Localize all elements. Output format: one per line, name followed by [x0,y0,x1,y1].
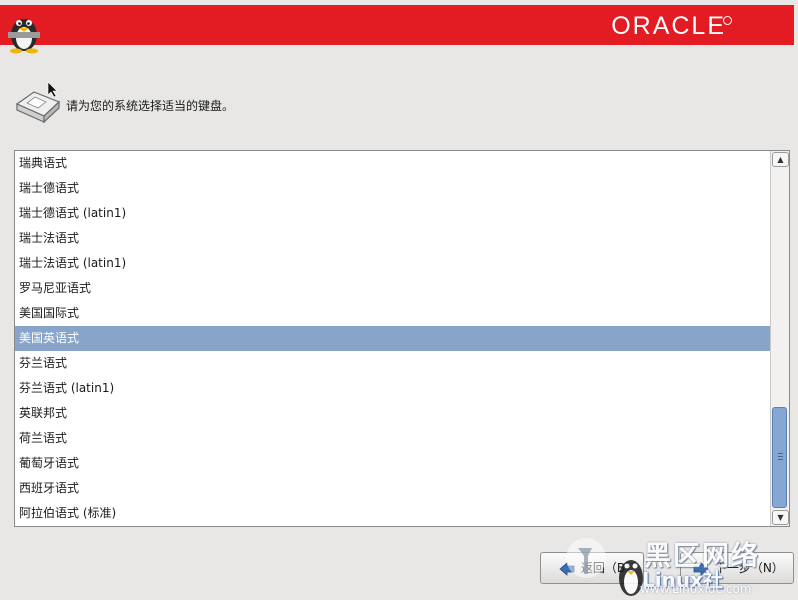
oracle-logo: ORACLE [611,12,726,40]
list-item[interactable]: 阿拉伯语式 (标准) [15,501,770,526]
list-item[interactable]: 英联邦式 [15,401,770,426]
list-item[interactable]: 芬兰语式 [15,351,770,376]
list-item[interactable]: 西班牙语式 [15,476,770,501]
list-item[interactable]: 瑞士法语式 (latin1) [15,251,770,276]
scroll-down-icon[interactable]: ▼ [772,510,789,525]
grip-line [778,453,783,454]
keyboard-prompt: 请为您的系统选择适当的键盘。 [66,99,235,113]
list-item[interactable]: 瑞典语式 [15,151,770,176]
vertical-scrollbar[interactable]: ▲ ▼ [770,151,789,526]
grip-line [778,456,783,457]
list-item[interactable]: 瑞士德语式 (latin1) [15,201,770,226]
keyboard-layout-items: 瑞典语式 瑞士德语式 瑞士德语式 (latin1) 瑞士法语式 瑞士法语式 (l… [15,151,770,526]
scroll-up-icon[interactable]: ▲ [772,152,789,167]
watermark-url: www.Linuxidc.com [640,582,752,596]
keyboard-key-icon [15,82,61,124]
list-item[interactable]: 芬兰语式 (latin1) [15,376,770,401]
list-item[interactable]: 美国国际式 [15,301,770,326]
wrench-logo-icon [566,538,606,578]
list-item[interactable]: 瑞士德语式 [15,176,770,201]
watermark: 黑区网络 Linux社 www.Linuxidc.com [556,534,798,600]
grip-line [778,459,783,460]
header-banner: ORACLE [0,5,794,54]
scrollbar-thumb[interactable] [772,407,787,508]
list-item[interactable]: 荷兰语式 [15,426,770,451]
tux-penguin-icon [8,19,40,54]
registered-mark-icon [723,16,732,25]
list-item-selected[interactable]: 美国英语式 [15,326,770,351]
list-item[interactable]: 瑞士法语式 [15,226,770,251]
keyboard-layout-list[interactable]: 瑞典语式 瑞士德语式 瑞士德语式 (latin1) 瑞士法语式 瑞士法语式 (l… [14,150,790,527]
list-item[interactable]: 罗马尼亚语式 [15,276,770,301]
list-item[interactable]: 葡萄牙语式 [15,451,770,476]
